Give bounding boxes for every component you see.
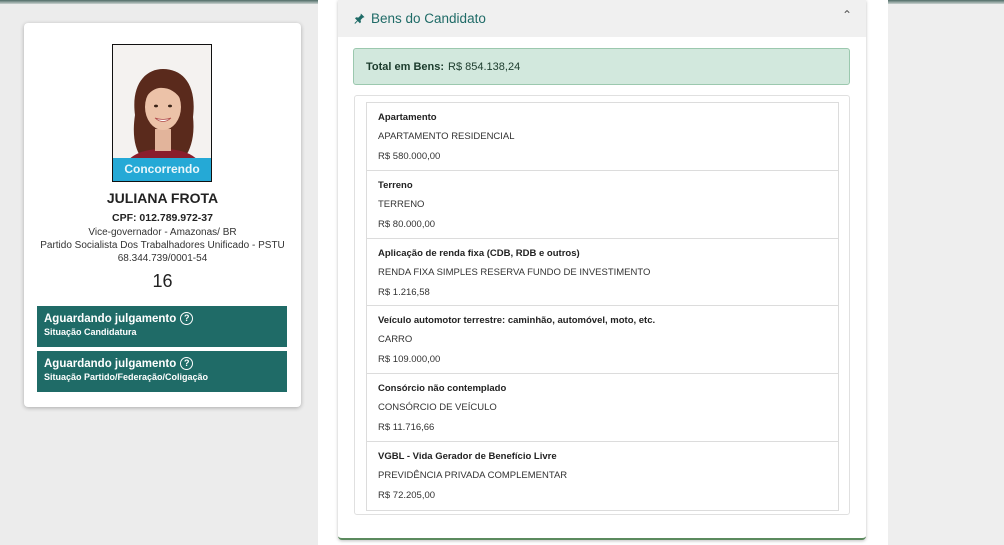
asset-type: Aplicação de renda fixa (CDB, RDB e outr… — [378, 247, 580, 259]
asset-list: Apartamento APARTAMENTO RESIDENCIAL R$ 5… — [366, 102, 839, 511]
assets-header-title: Bens do Candidato — [371, 11, 486, 26]
candidate-photo: Concorrendo — [112, 44, 212, 182]
candidate-card: Concorrendo JULIANA FROTA CPF: 012.789.9… — [24, 23, 301, 407]
situation-candidacy-title: Aguardando julgamento — [44, 312, 177, 325]
chevron-up-icon[interactable]: ⌃ — [842, 8, 852, 22]
list-item: Aplicação de renda fixa (CDB, RDB e outr… — [367, 239, 838, 307]
asset-value: R$ 1.216,58 — [378, 286, 430, 298]
asset-type: Apartamento — [378, 112, 437, 123]
asset-type: Veículo automotor terrestre: caminhão, a… — [378, 315, 656, 327]
asset-description: PREVIDÊNCIA PRIVADA COMPLEMENTAR — [378, 469, 568, 481]
total-assets-box: Total em Bens: R$ 854.138,24 — [353, 48, 850, 85]
list-item: Apartamento APARTAMENTO RESIDENCIAL R$ 5… — [367, 103, 838, 171]
asset-value: R$ 109.000,00 — [378, 354, 441, 366]
candidate-party: Partido Socialista Dos Trabalhadores Uni… — [40, 240, 285, 251]
asset-list-container: Apartamento APARTAMENTO RESIDENCIAL R$ 5… — [354, 95, 850, 515]
assets-panel: Bens do Candidato ⌃ Total em Bens: R$ 85… — [338, 0, 866, 540]
list-item: Consórcio não contemplado CONSÓRCIO DE V… — [367, 374, 838, 442]
asset-description: CARRO — [378, 334, 413, 346]
party-cnpj: 68.344.739/0001-54 — [117, 253, 208, 264]
asset-value: R$ 11.716,66 — [378, 422, 435, 434]
status-ribbon: Concorrendo — [113, 158, 211, 181]
asset-value: R$ 80.000,00 — [378, 218, 436, 230]
list-item: VGBL - Vida Gerador de Benefício Livre P… — [367, 442, 838, 510]
assets-header[interactable]: Bens do Candidato ⌃ — [338, 0, 866, 37]
candidate-cpf: CPF: 012.789.972-37 — [112, 212, 213, 224]
situation-party: Aguardando julgamento ? Situação Partido… — [37, 351, 287, 392]
asset-type: VGBL - Vida Gerador de Benefício Livre — [378, 450, 557, 462]
situation-party-subtitle: Situação Partido/Federação/Coligação — [44, 372, 209, 382]
list-item: Terreno TERRENO R$ 80.000,00 — [367, 171, 838, 239]
asset-description: RENDA FIXA SIMPLES RESERVA FUNDO DE INVE… — [378, 266, 651, 278]
total-assets-value: R$ 854.138,24 — [448, 60, 521, 73]
situation-candidacy: Aguardando julgamento ? Situação Candida… — [37, 306, 287, 347]
asset-type: Terreno — [378, 179, 413, 191]
pushpin-icon — [354, 13, 365, 24]
question-circle-icon[interactable]: ? — [180, 357, 194, 370]
asset-description: TERRENO — [378, 198, 425, 210]
list-item: Veículo automotor terrestre: caminhão, a… — [367, 306, 838, 375]
asset-type: Consórcio não contemplado — [378, 383, 507, 395]
situation-candidacy-subtitle: Situação Candidatura — [44, 327, 137, 337]
asset-description: APARTAMENTO RESIDENCIAL — [378, 131, 515, 142]
asset-description: CONSÓRCIO DE VEÍCULO — [378, 402, 497, 414]
candidate-office: Vice-governador - Amazonas/ BR — [88, 227, 237, 238]
ballot-number: 16 — [152, 271, 173, 291]
question-circle-icon[interactable]: ? — [180, 312, 194, 325]
asset-value: R$ 580.000,00 — [378, 151, 441, 162]
right-background-band — [888, 4, 1004, 545]
situation-party-title: Aguardando julgamento — [44, 357, 177, 370]
total-assets-label: Total em Bens: — [366, 60, 445, 73]
asset-value: R$ 72.205,00 — [378, 489, 436, 501]
candidate-name: JULIANA FROTA — [106, 190, 219, 206]
